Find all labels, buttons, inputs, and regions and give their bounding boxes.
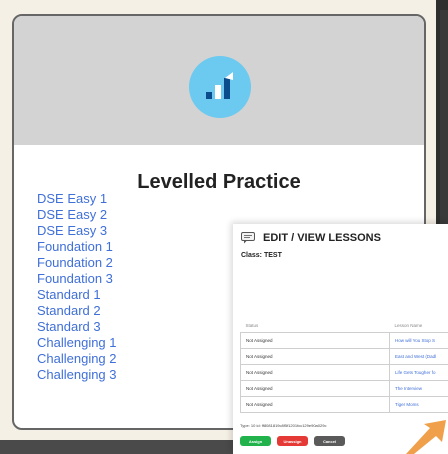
lessons-table: Status Lesson Name Not Assigned How will…	[240, 318, 448, 413]
level-link-challenging-1[interactable]: Challenging 1	[37, 335, 117, 351]
level-link-foundation-3[interactable]: Foundation 3	[37, 271, 117, 287]
table-row[interactable]: Not Assigned Tiger Moms	[240, 396, 448, 413]
assign-button[interactable]: Assign	[240, 436, 271, 446]
cancel-button[interactable]: Cancel	[314, 436, 345, 446]
table-row[interactable]: Not Assigned East and West (Dadl	[240, 348, 448, 365]
card-header	[14, 16, 424, 145]
level-link-standard-2[interactable]: Standard 2	[37, 303, 117, 319]
level-link-dse-easy-3[interactable]: DSE Easy 3	[37, 223, 117, 239]
level-link-standard-3[interactable]: Standard 3	[37, 319, 117, 335]
level-link-foundation-1[interactable]: Foundation 1	[37, 239, 117, 255]
type-id-label: Type: 10 id: ff8081819c8f5f1201fcc129e90…	[240, 423, 327, 428]
row-lesson-link[interactable]: East and West (Dadl	[389, 348, 448, 365]
level-list: DSE Easy 1 DSE Easy 2 DSE Easy 3 Foundat…	[37, 191, 117, 383]
row-status: Not Assigned	[240, 396, 390, 413]
table-header-row: Status Lesson Name	[241, 318, 448, 333]
row-lesson-link[interactable]: Tiger Moms	[389, 396, 448, 413]
panel-title: EDIT / VIEW LESSONS	[263, 232, 381, 244]
action-buttons: Assign Unassign Cancel	[240, 436, 351, 446]
row-status: Not Assigned	[240, 364, 390, 381]
table-row[interactable]: Not Assigned The Interview	[240, 380, 448, 397]
level-link-challenging-3[interactable]: Challenging 3	[37, 367, 117, 383]
row-status: Not Assigned	[240, 332, 390, 349]
level-link-dse-easy-2[interactable]: DSE Easy 2	[37, 207, 117, 223]
pointer-arrow-icon	[406, 420, 446, 454]
bar-chart-icon	[206, 72, 233, 99]
row-lesson-link[interactable]: How will You Stop S	[389, 332, 448, 349]
row-lesson-link[interactable]: The Interview	[389, 380, 448, 397]
app-logo	[189, 56, 251, 118]
row-status: Not Assigned	[240, 348, 390, 365]
level-link-standard-1[interactable]: Standard 1	[37, 287, 117, 303]
table-row[interactable]: Not Assigned How will You Stop S	[240, 332, 448, 349]
level-link-dse-easy-1[interactable]: DSE Easy 1	[37, 191, 117, 207]
chat-icon	[241, 232, 255, 244]
column-header-status: Status	[245, 322, 259, 328]
table-row[interactable]: Not Assigned Life Gets Tougher fo	[240, 364, 448, 381]
row-status: Not Assigned	[240, 380, 390, 397]
level-link-foundation-2[interactable]: Foundation 2	[37, 255, 117, 271]
row-lesson-link[interactable]: Life Gets Tougher fo	[389, 364, 448, 381]
column-header-lesson-name: Lesson Name	[394, 322, 423, 328]
class-label: Class: TEST	[241, 252, 282, 259]
unassign-button[interactable]: Unassign	[277, 436, 308, 446]
level-link-challenging-2[interactable]: Challenging 2	[37, 351, 117, 367]
panel-header: EDIT / VIEW LESSONS	[241, 232, 381, 244]
